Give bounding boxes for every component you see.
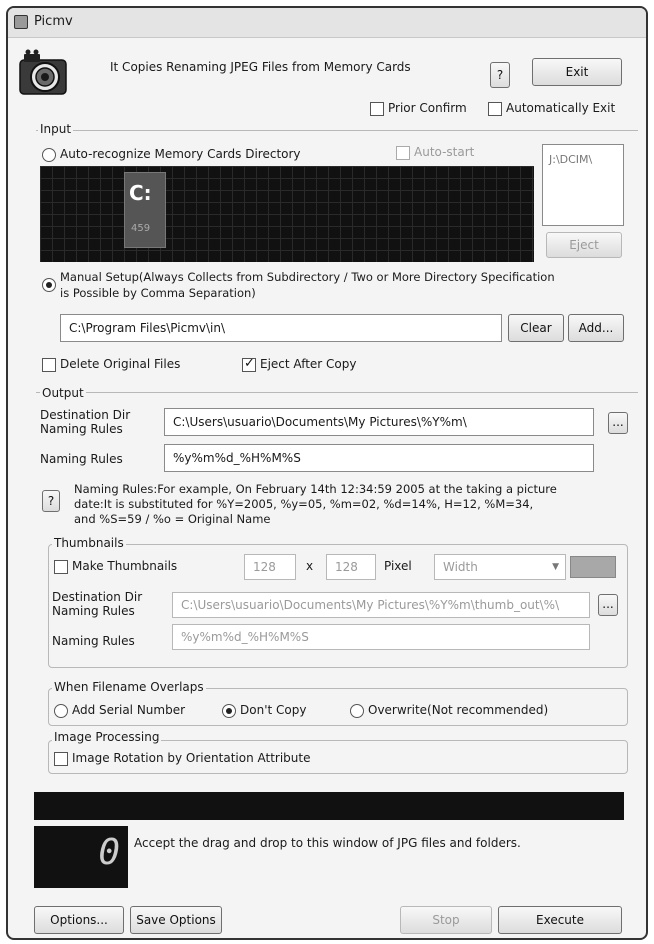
times-label: x <box>306 559 314 573</box>
thumbnails-legend: Thumbnails <box>52 536 126 550</box>
auto-start-checkbox[interactable] <box>396 146 410 160</box>
add-button[interactable]: Add... <box>568 314 624 342</box>
dest-dir-input[interactable]: C:\Users\usuario\Documents\My Pictures\%… <box>164 408 594 436</box>
file-counter: 0 <box>34 826 128 888</box>
dest-dir-browse-button[interactable]: ... <box>608 412 628 434</box>
title-bar: Picmv <box>8 8 646 38</box>
eject-after-copy-checkbox[interactable] <box>242 356 256 372</box>
naming-rules-label: Naming Rules <box>40 452 123 466</box>
manual-path-input[interactable]: C:\Program Files\Picmv\in\ <box>60 314 502 342</box>
overlap-legend: When Filename Overlaps <box>52 680 206 694</box>
stop-button[interactable]: Stop <box>400 906 492 934</box>
image-rotation-checkbox[interactable] <box>54 752 68 766</box>
auto-exit-checkbox[interactable] <box>488 102 502 116</box>
color-swatch[interactable] <box>570 556 616 578</box>
drop-hint: Accept the drag and drop to this window … <box>134 836 521 850</box>
drive-size: 459 <box>131 223 151 234</box>
card-dir-text: J:\DCIM\ <box>549 153 593 166</box>
drive-tile[interactable]: C: 459 <box>124 172 166 248</box>
help-button[interactable]: ? <box>490 62 510 88</box>
chevron-down-icon: ▼ <box>552 562 559 572</box>
delete-original-checkbox[interactable] <box>42 358 56 372</box>
dest-dir-label: Destination Dir <box>40 408 131 422</box>
thumb-width-input[interactable]: 128 <box>244 554 296 580</box>
pixel-label: Pixel <box>384 559 412 573</box>
make-thumbnails-label: Make Thumbnails <box>72 559 178 573</box>
dont-copy-label: Don't Copy <box>240 703 307 717</box>
progress-bar <box>34 792 624 820</box>
manual-setup-radio[interactable] <box>42 278 56 292</box>
app-window: Picmv It Copies Renaming JPEG Files from… <box>6 6 648 940</box>
fit-dropdown[interactable]: Width ▼ <box>434 554 566 580</box>
eject-after-copy-label: Eject After Copy <box>260 357 357 371</box>
exit-button[interactable]: Exit <box>532 58 622 86</box>
options-button[interactable]: Options... <box>34 906 124 934</box>
execute-button[interactable]: Execute <box>498 906 622 934</box>
manual-setup-label-2: is Possible by Comma Separation) <box>60 286 256 300</box>
thumb-naming-rules-input[interactable]: %y%m%d_%H%M%S <box>172 624 590 650</box>
prior-confirm-label: Prior Confirm <box>388 101 467 115</box>
dest-naming-label: Naming Rules <box>40 422 123 436</box>
thumb-dest-dir-label: Destination Dir <box>52 590 143 604</box>
image-rotation-label: Image Rotation by Orientation Attribute <box>72 751 311 765</box>
naming-rules-input[interactable]: %y%m%d_%H%M%S <box>164 444 594 472</box>
add-serial-label: Add Serial Number <box>72 703 186 717</box>
app-description: It Copies Renaming JPEG Files from Memor… <box>110 60 411 74</box>
output-legend: Output <box>40 386 86 400</box>
naming-help-text-3: and %S=59 / %o = Original Name <box>74 512 271 526</box>
card-dir-box: J:\DCIM\ <box>542 144 624 226</box>
overwrite-label: Overwrite(Not recommended) <box>368 703 549 717</box>
thumb-dest-naming-label: Naming Rules <box>52 604 135 618</box>
save-options-button[interactable]: Save Options <box>130 906 222 934</box>
clear-button[interactable]: Clear <box>508 314 564 342</box>
naming-help-text-1: Naming Rules:For example, On February 14… <box>74 482 557 496</box>
drive-letter: C: <box>129 181 152 205</box>
auto-recognize-radio[interactable] <box>42 148 56 162</box>
file-counter-value: 0 <box>98 832 120 873</box>
thumb-dest-browse-button[interactable]: ... <box>598 594 618 616</box>
window-title: Picmv <box>34 14 73 29</box>
prior-confirm-checkbox[interactable] <box>370 102 384 116</box>
manual-setup-label-1: Manual Setup(Always Collects from Subdir… <box>60 270 555 284</box>
memory-card-panel[interactable]: C: 459 <box>40 166 534 262</box>
naming-help-button[interactable]: ? <box>42 490 60 512</box>
dont-copy-radio[interactable] <box>222 704 236 718</box>
add-serial-radio[interactable] <box>54 704 68 718</box>
auto-exit-label: Automatically Exit <box>506 101 616 115</box>
naming-help-text-2: date:It is substituted for %Y=2005, %y=0… <box>74 497 534 511</box>
thumb-naming-rules-label: Naming Rules <box>52 634 135 648</box>
app-icon <box>14 15 28 29</box>
fit-dropdown-value: Width <box>443 560 478 574</box>
auto-recognize-label: Auto-recognize Memory Cards Directory <box>60 147 301 161</box>
eject-button[interactable]: Eject <box>546 232 622 258</box>
make-thumbnails-checkbox[interactable] <box>54 560 68 574</box>
image-processing-legend: Image Processing <box>52 730 162 744</box>
auto-start-label: Auto-start <box>414 145 475 159</box>
delete-original-label: Delete Original Files <box>60 357 181 371</box>
thumb-height-input[interactable]: 128 <box>326 554 376 580</box>
thumb-dest-dir-input[interactable]: C:\Users\usuario\Documents\My Pictures\%… <box>172 592 590 618</box>
camera-icon <box>18 48 70 98</box>
input-legend: Input <box>38 122 74 136</box>
overwrite-radio[interactable] <box>350 704 364 718</box>
